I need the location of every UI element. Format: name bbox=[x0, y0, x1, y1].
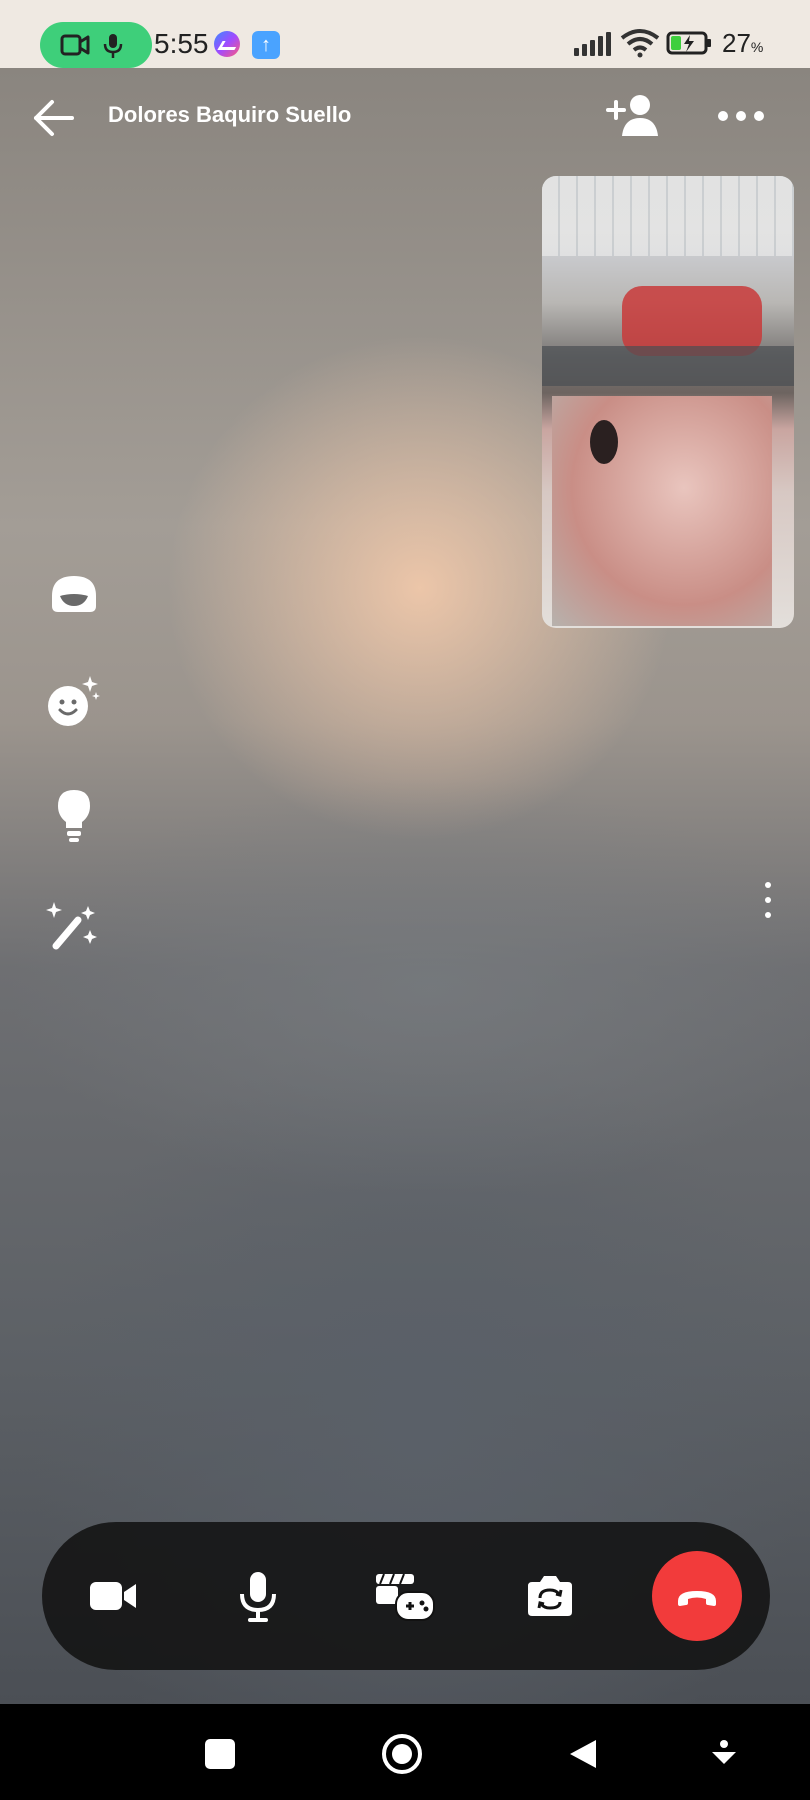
flip-camera-icon bbox=[528, 1576, 572, 1616]
recents-icon[interactable] bbox=[202, 1736, 238, 1772]
battery-level: 27% bbox=[722, 28, 764, 58]
status-bar: 5:55 ↑ 27% bbox=[0, 0, 810, 68]
avatar-face-icon[interactable] bbox=[44, 566, 104, 626]
home-icon[interactable] bbox=[380, 1732, 424, 1776]
back-icon[interactable] bbox=[566, 1736, 602, 1772]
add-person-icon[interactable] bbox=[604, 92, 660, 138]
mic-active-icon bbox=[103, 34, 123, 58]
hang-up-icon bbox=[678, 1591, 716, 1606]
microphone-toggle-button[interactable] bbox=[214, 1552, 302, 1640]
battery-charging-icon bbox=[666, 31, 711, 55]
ongoing-call-pill[interactable] bbox=[40, 22, 152, 68]
video-camera-icon bbox=[90, 1582, 136, 1610]
video-call-active-icon bbox=[60, 34, 90, 56]
games-button[interactable] bbox=[360, 1552, 448, 1640]
more-horizontal-icon[interactable] bbox=[716, 106, 766, 126]
call-header: Dolores Baquiro Suello bbox=[0, 68, 810, 164]
system-nav-bar bbox=[0, 1704, 810, 1800]
signal-icon bbox=[574, 32, 612, 56]
wifi-icon bbox=[620, 29, 660, 58]
more-vertical-icon[interactable] bbox=[760, 880, 774, 920]
games-icon bbox=[376, 1573, 435, 1621]
camera-toggle-button[interactable] bbox=[68, 1552, 156, 1640]
end-call-button[interactable] bbox=[652, 1551, 742, 1641]
flip-camera-button[interactable] bbox=[506, 1552, 594, 1640]
assist-icon[interactable] bbox=[706, 1736, 742, 1772]
upload-icon: ↑ bbox=[252, 31, 280, 59]
back-arrow-icon[interactable] bbox=[30, 96, 78, 140]
clock: 5:55 bbox=[154, 28, 209, 59]
sparkle-face-icon[interactable] bbox=[44, 672, 104, 732]
call-controls bbox=[42, 1522, 770, 1670]
caller-name: Dolores Baquiro Suello bbox=[108, 102, 352, 127]
self-video-preview[interactable] bbox=[542, 176, 794, 628]
messenger-icon bbox=[214, 31, 240, 57]
lightbulb-icon[interactable] bbox=[44, 784, 104, 844]
microphone-icon bbox=[240, 1572, 276, 1622]
magic-wand-icon[interactable] bbox=[44, 896, 104, 956]
side-tools bbox=[44, 566, 104, 966]
